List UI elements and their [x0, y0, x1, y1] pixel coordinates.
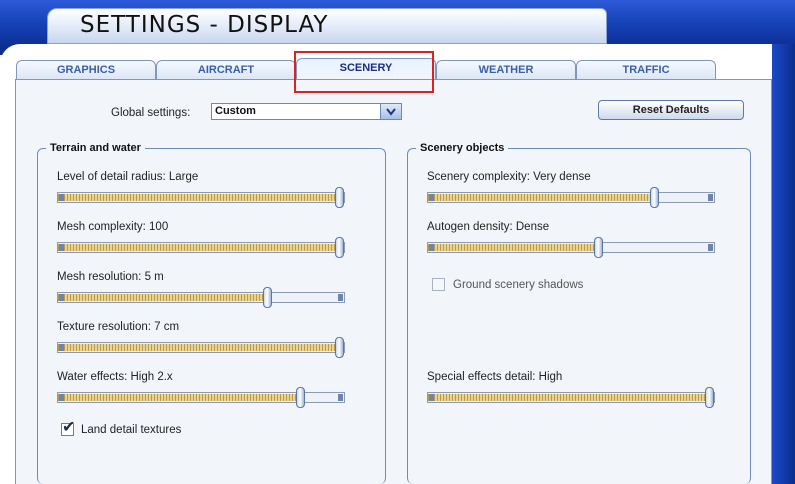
slider-fill [58, 344, 339, 351]
slider-endcap [59, 294, 64, 301]
slider-thumb[interactable] [296, 387, 305, 408]
slider-thumb[interactable] [594, 237, 603, 258]
ground-scenery-shadows-label: Ground scenery shadows [453, 279, 584, 291]
slider-endcap [708, 194, 713, 201]
slider-endcap [59, 194, 64, 201]
slider-fill [428, 244, 598, 251]
tab-graphics[interactable]: GRAPHICS [16, 60, 156, 80]
mesh-resolution-slider[interactable] [57, 287, 345, 308]
slider-endcap [429, 194, 434, 201]
window-title: SETTINGS - DISPLAY [80, 12, 329, 38]
tab-highlight-box [294, 51, 434, 93]
mesh-resolution-label: Mesh resolution: 5 m [57, 271, 164, 283]
global-settings-label: Global settings: [111, 107, 191, 119]
slider-fill [58, 194, 339, 201]
slider-endcap [338, 394, 343, 401]
land-detail-textures-checkbox[interactable]: ✔ [61, 419, 75, 436]
water-effects-label: Water effects: High 2.x [57, 371, 173, 383]
window-right-edge [772, 44, 795, 484]
water-effects-slider[interactable] [57, 387, 345, 408]
slider-fill [58, 394, 300, 401]
slider-thumb[interactable] [650, 187, 659, 208]
slider-thumb[interactable] [263, 287, 272, 308]
check-icon: ✔ [62, 419, 76, 436]
texture-resolution-label: Texture resolution: 7 cm [57, 321, 180, 333]
slider-endcap [708, 244, 713, 251]
chevron-down-icon [386, 108, 396, 116]
terrain-group-title: Terrain and water [46, 141, 145, 155]
slider-endcap [429, 394, 434, 401]
mesh-complexity-label: Mesh complexity: 100 [57, 221, 169, 233]
global-settings-value: Custom [215, 105, 256, 117]
ground-scenery-shadows-checkbox[interactable] [432, 278, 445, 291]
slider-endcap [59, 394, 64, 401]
dropdown-button[interactable] [380, 104, 401, 119]
slider-thumb[interactable] [705, 387, 714, 408]
slider-fill [58, 244, 339, 251]
slider-endcap [59, 244, 64, 251]
autogen-density-label: Autogen density: Dense [427, 221, 550, 233]
special-effects-detail-slider[interactable] [427, 387, 715, 408]
slider-endcap [59, 344, 64, 351]
scenery-complexity-label: Scenery complexity: Very dense [427, 171, 591, 183]
slider-thumb[interactable] [335, 237, 344, 258]
tab-weather[interactable]: WEATHER [436, 60, 576, 80]
slider-endcap [338, 294, 343, 301]
slider-fill [428, 394, 709, 401]
scenery-group-title: Scenery objects [416, 141, 509, 155]
tab-aircraft[interactable]: AIRCRAFT [156, 60, 296, 80]
global-settings-select[interactable]: Custom [211, 103, 402, 120]
slider-fill [58, 294, 267, 301]
autogen-density-slider[interactable] [427, 237, 715, 258]
lod-radius-slider[interactable] [57, 187, 345, 208]
reset-defaults-button[interactable]: Reset Defaults [598, 100, 744, 120]
scenery-complexity-slider[interactable] [427, 187, 715, 208]
tab-traffic[interactable]: TRAFFIC [576, 60, 716, 80]
land-detail-textures-label: Land detail textures [81, 424, 182, 436]
slider-endcap [429, 244, 434, 251]
special-effects-detail-label: Special effects detail: High [427, 371, 563, 383]
slider-thumb[interactable] [335, 337, 344, 358]
slider-fill [428, 194, 654, 201]
texture-resolution-slider[interactable] [57, 337, 345, 358]
slider-thumb[interactable] [335, 187, 344, 208]
lod-radius-label: Level of detail radius: Large [57, 171, 199, 183]
mesh-complexity-slider[interactable] [57, 237, 345, 258]
